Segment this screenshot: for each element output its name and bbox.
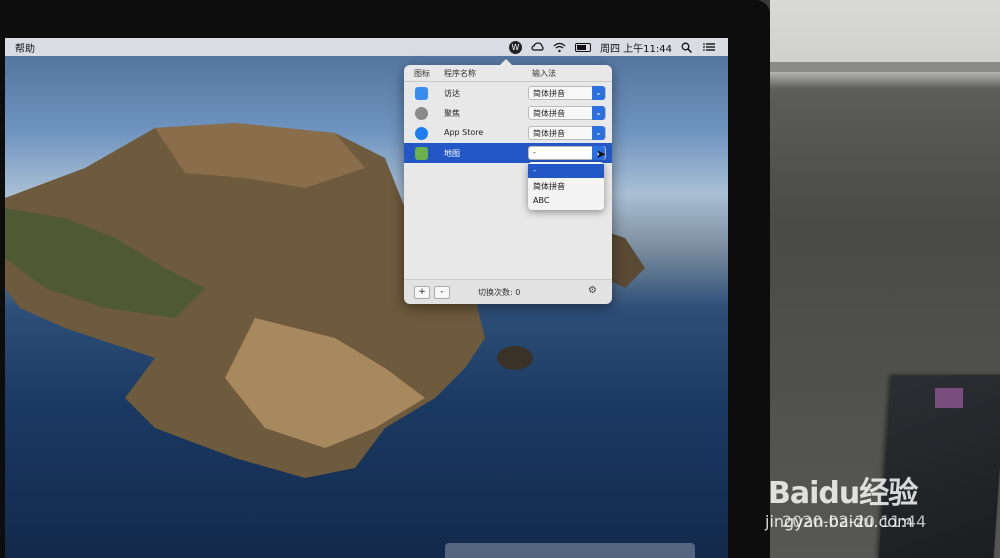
finder-icon <box>415 86 428 100</box>
status-area: W 周四 上午11:44 <box>509 40 728 55</box>
table-row[interactable]: App Store 简体拼音 ⌄ <box>404 123 612 143</box>
input-method-select[interactable]: 简体拼音 ⌄ <box>528 126 606 140</box>
select-value: - <box>533 148 536 157</box>
app-store-icon <box>415 126 428 140</box>
watermark-logo: Baidu经验 <box>768 476 918 511</box>
row-name: 访达 <box>444 89 460 98</box>
search-icon[interactable] <box>681 42 694 53</box>
maps-icon <box>415 146 428 160</box>
wallpaper-island <box>5 123 645 478</box>
creative-cloud-icon[interactable] <box>531 41 544 53</box>
row-name: 地图 <box>444 149 460 158</box>
chevron-down-icon[interactable]: ⌄ <box>592 106 605 120</box>
input-method-select[interactable]: - ⌄ <box>528 146 606 160</box>
dropdown-option[interactable]: - <box>528 164 604 178</box>
select-value: 简体拼音 <box>533 129 565 138</box>
row-name: App Store <box>444 128 484 137</box>
header-input: 输入法 <box>532 69 556 78</box>
option-label: 简体拼音 <box>533 182 565 191</box>
menu-help[interactable]: 帮助 <box>15 40 35 55</box>
list-icon[interactable] <box>703 42 716 53</box>
table-row-selected[interactable]: 地图 - ⌄ <box>404 143 612 163</box>
input-method-select[interactable]: 简体拼音 ⌄ <box>528 106 606 120</box>
header-name: 程序名称 <box>444 69 476 78</box>
row-name: 聚焦 <box>444 109 460 118</box>
battery-icon[interactable] <box>575 42 591 52</box>
remove-button[interactable]: - <box>434 286 450 299</box>
switch-count: 切换次数: 0 <box>478 288 521 297</box>
book-label <box>935 388 963 408</box>
mouse-cursor-icon: ➤ <box>596 147 607 161</box>
menu-bar: 帮助 W 周四 上午11:44 <box>5 38 728 56</box>
option-label: ABC <box>533 196 550 205</box>
timestamp-overlay: 2020-02-20 11:44 <box>782 512 927 531</box>
table-row[interactable]: 聚焦 简体拼音 ⌄ <box>404 103 612 123</box>
input-method-select[interactable]: 简体拼音 ⌄ <box>528 86 606 100</box>
header-icon: 图标 <box>414 69 430 78</box>
add-button[interactable]: + <box>414 286 430 299</box>
table-row[interactable]: 访达 简体拼音 ⌄ <box>404 83 612 103</box>
popover-footer: + - 切换次数: 0 ⚙ <box>404 279 612 304</box>
select-value: 简体拼音 <box>533 109 565 118</box>
dropdown-option[interactable]: ABC <box>528 194 604 208</box>
shelf <box>770 62 1000 72</box>
dropdown-option[interactable]: 简体拼音 <box>528 179 604 193</box>
input-method-dropdown: - 简体拼音 ABC <box>528 162 604 210</box>
table-header: 图标 程序名称 输入法 <box>404 65 612 82</box>
option-label: - <box>533 166 536 175</box>
dock[interactable] <box>445 543 695 558</box>
gear-icon[interactable]: ⚙ <box>588 285 597 296</box>
select-value: 简体拼音 <box>533 89 565 98</box>
chevron-down-icon[interactable]: ⌄ <box>592 126 605 140</box>
spotlight-icon <box>415 106 428 120</box>
clock[interactable]: 周四 上午11:44 <box>600 40 672 55</box>
chevron-down-icon[interactable]: ⌄ <box>592 86 605 100</box>
wifi-icon[interactable] <box>553 42 566 53</box>
app-w-icon[interactable]: W <box>509 40 522 54</box>
laptop-bezel <box>0 0 770 558</box>
screen <box>5 38 728 558</box>
